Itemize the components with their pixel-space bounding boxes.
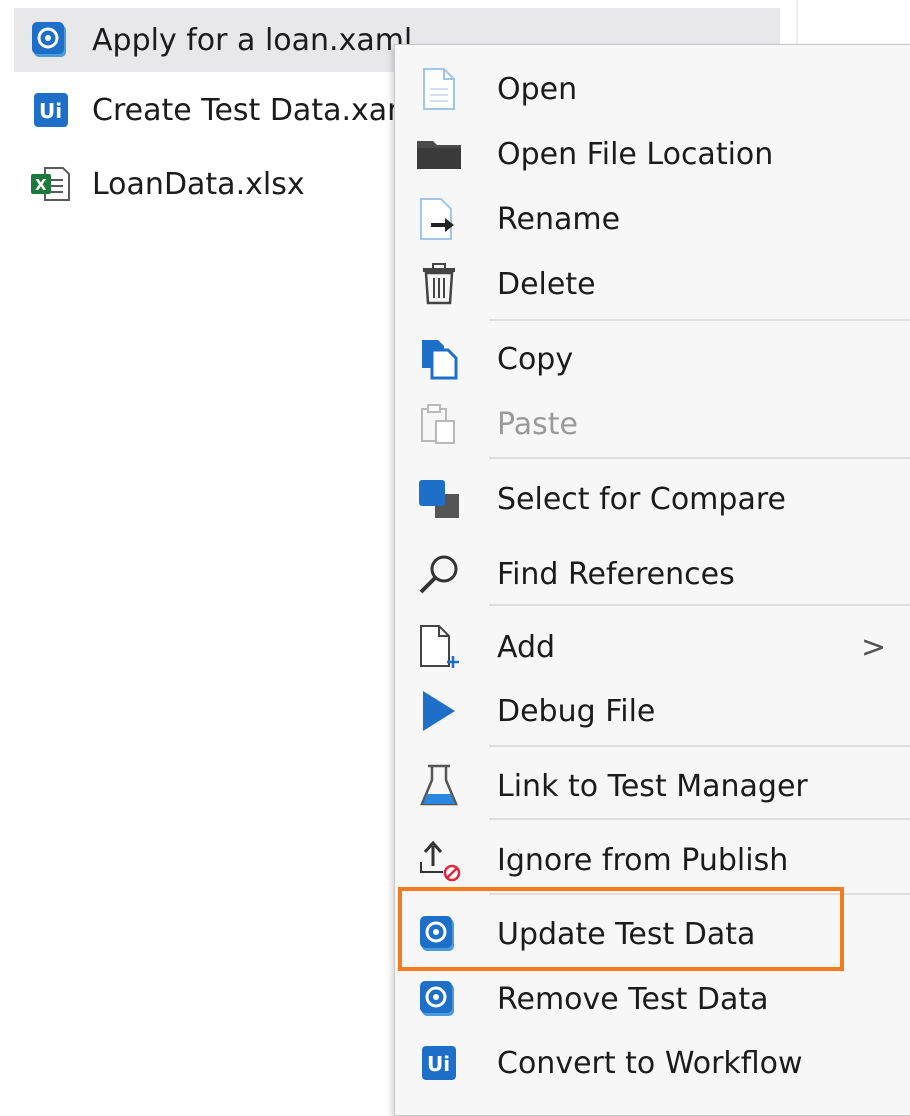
menu-item-label: Find References [497, 556, 735, 592]
trash-icon [415, 260, 463, 308]
highlight-box [398, 887, 844, 971]
upload-blocked-icon [415, 836, 463, 884]
menu-item-open-file-location[interactable]: Open File Location [395, 122, 910, 186]
test-case-icon [30, 19, 72, 61]
compare-icon [415, 475, 463, 523]
chevron-right-icon: > [861, 629, 887, 665]
menu-separator [489, 604, 910, 606]
menu-separator [489, 319, 910, 321]
add-file-icon [415, 623, 463, 671]
svg-text:Ui: Ui [39, 99, 62, 123]
uipath-workflow-icon: Ui [30, 89, 72, 131]
menu-item-label: Delete [497, 266, 596, 302]
menu-item-debug-file[interactable]: Debug File [395, 679, 910, 743]
tree-item-label: LoanData.xlsx [92, 166, 305, 202]
menu-item-label: Select for Compare [497, 481, 786, 517]
menu-separator [489, 818, 910, 820]
menu-item-label: Ignore from Publish [497, 842, 789, 878]
paste-icon [415, 400, 463, 448]
menu-separator [489, 745, 910, 747]
svg-text:Ui: Ui [427, 1052, 450, 1076]
menu-item-label: Link to Test Manager [497, 768, 808, 804]
menu-item-label: Convert to Workflow [497, 1045, 803, 1081]
menu-item-find-references[interactable]: Find References [395, 542, 910, 606]
menu-item-label: Paste [497, 406, 578, 442]
menu-item-label: Open File Location [497, 136, 774, 172]
search-icon [415, 550, 463, 598]
menu-item-rename[interactable]: Rename [395, 187, 910, 251]
menu-item-select-for-compare[interactable]: Select for Compare [395, 467, 910, 531]
menu-item-label: Remove Test Data [497, 981, 769, 1017]
menu-item-add[interactable]: Add > [395, 615, 910, 679]
menu-item-link-to-test-manager[interactable]: Link to Test Manager [395, 754, 910, 818]
menu-item-label: Copy [497, 341, 574, 377]
tree-item-loan-data[interactable]: X LoanData.xlsx [14, 152, 305, 216]
menu-item-remove-test-data[interactable]: Remove Test Data [395, 967, 910, 1031]
play-icon [415, 687, 463, 735]
menu-item-open[interactable]: Open [395, 57, 910, 121]
menu-item-delete[interactable]: Delete [395, 252, 910, 316]
document-icon [415, 65, 463, 113]
excel-file-icon: X [30, 163, 72, 205]
menu-separator [489, 457, 910, 459]
menu-item-label: Add [497, 629, 556, 665]
tree-item-create-test-data[interactable]: Ui Create Test Data.xaml [14, 78, 425, 142]
menu-item-paste[interactable]: Paste [395, 392, 910, 456]
copy-icon [415, 335, 463, 383]
menu-item-label: Debug File [497, 693, 656, 729]
menu-item-label: Open [497, 71, 578, 107]
menu-item-label: Rename [497, 201, 621, 237]
rename-icon [415, 195, 463, 243]
test-case-icon [415, 975, 463, 1023]
tree-item-label: Create Test Data.xaml [92, 92, 425, 128]
menu-item-ignore-from-publish[interactable]: Ignore from Publish [395, 828, 910, 892]
tree-item-label: Apply for a loan.xaml [92, 22, 413, 58]
menu-item-copy[interactable]: Copy [395, 327, 910, 391]
flask-icon [415, 762, 463, 810]
folder-icon [415, 130, 463, 178]
svg-text:X: X [35, 176, 47, 194]
uipath-workflow-icon: Ui [415, 1039, 463, 1087]
menu-item-convert-to-workflow[interactable]: Ui Convert to Workflow [395, 1031, 910, 1095]
